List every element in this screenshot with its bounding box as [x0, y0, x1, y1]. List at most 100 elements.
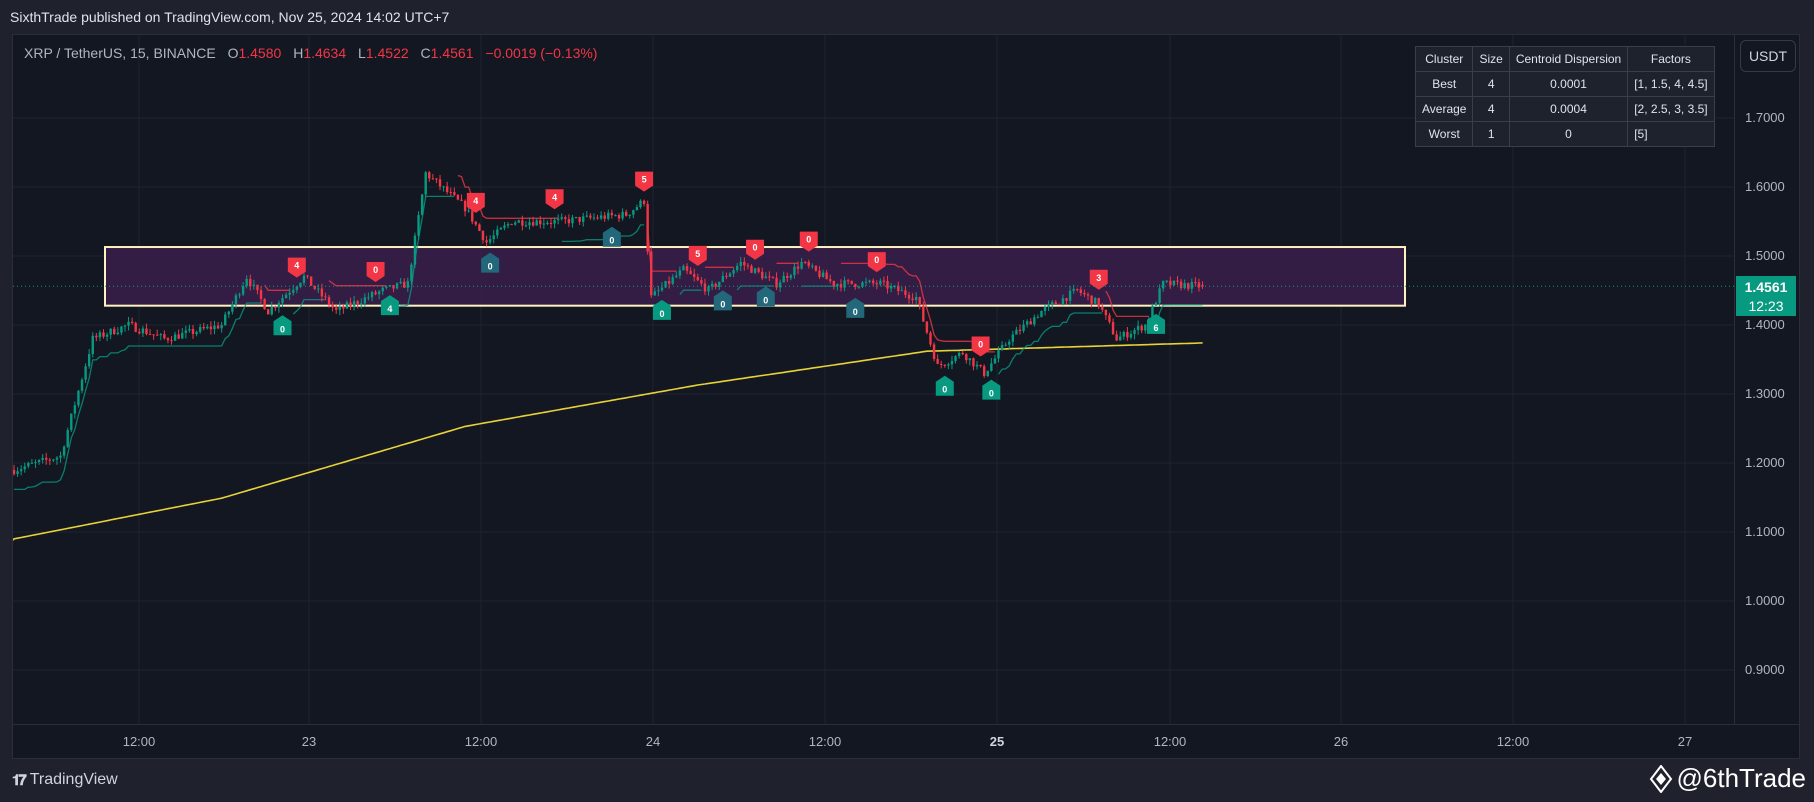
candle-body [732, 270, 735, 274]
candle-body [1101, 306, 1104, 310]
time-tick: 27 [1677, 734, 1693, 749]
candle-body [889, 285, 893, 289]
candle-body [338, 306, 341, 310]
author-handle: @6thTrade [1649, 763, 1806, 794]
candle-body [309, 276, 313, 286]
cell: Best [1414, 71, 1474, 97]
signal-label: 3 [1096, 273, 1101, 283]
candle-body [850, 280, 853, 284]
sell-signal-marker[interactable]: 0 [971, 336, 990, 357]
candle-body [1018, 329, 1022, 331]
header-dispersion: Centroid Dispersion [1508, 46, 1629, 72]
candle-body [345, 302, 349, 309]
candle-body [693, 274, 696, 277]
time-tick: 23 [301, 734, 317, 749]
candle-body [589, 215, 592, 218]
candle-body [585, 215, 588, 217]
candle-body [814, 265, 818, 271]
candle-body [113, 328, 116, 335]
candle-body [793, 266, 796, 276]
candle-body [778, 282, 782, 288]
buy-signal-marker[interactable]: 0 [935, 375, 954, 396]
candle-body [37, 459, 41, 463]
candle-body [528, 222, 531, 226]
price-tick: 1.1000 [1745, 524, 1785, 539]
candle-body [356, 301, 359, 305]
candle-body [95, 335, 98, 338]
candle-body [610, 212, 614, 216]
candle-body [746, 265, 750, 267]
candle-body [675, 275, 678, 278]
candle-body [678, 270, 682, 276]
candle-body [98, 332, 102, 338]
candle-body [560, 217, 563, 219]
signal-label: 0 [763, 295, 768, 305]
candle-body [940, 363, 943, 365]
symbol-name[interactable]: XRP / TetherUS, 15, BINANCE [24, 45, 216, 61]
candle-body [882, 280, 886, 282]
candle-body [821, 272, 825, 278]
candle-body [1176, 280, 1179, 282]
candle-body [1000, 345, 1004, 351]
candle-body [216, 325, 220, 329]
price-tick: 1.3000 [1745, 386, 1785, 401]
candle-body [342, 306, 345, 309]
candle-body [782, 275, 785, 283]
buy-signal-marker[interactable]: 0 [602, 226, 621, 247]
sell-signal-marker[interactable]: 4 [545, 189, 564, 210]
candlesticks [13, 171, 1204, 477]
candle-body [453, 192, 456, 195]
candle-body [632, 210, 635, 215]
candle-body [635, 207, 639, 211]
price-tick: 1.6000 [1745, 179, 1785, 194]
candle-body [80, 379, 84, 391]
candle-body [324, 296, 327, 298]
candle-body [703, 283, 707, 292]
candle-body [474, 221, 478, 225]
candle-body [642, 200, 646, 204]
header-factors: Factors [1627, 46, 1715, 72]
candle-body [231, 304, 234, 312]
candle-body [55, 457, 59, 460]
sell-signal-marker[interactable]: 4 [466, 192, 485, 213]
candle-body [1043, 306, 1047, 311]
candle-body [725, 275, 728, 277]
time-tick: 25 [989, 734, 1005, 749]
buy-signal-marker[interactable]: 0 [273, 315, 292, 336]
open-value: 1.4580 [238, 45, 282, 61]
tradingview-brand: TradingView [29, 771, 118, 788]
candle-body [1047, 304, 1050, 307]
candle-body [288, 292, 291, 295]
candle-body [381, 287, 384, 292]
candle-body [130, 321, 134, 324]
candle-body [879, 280, 882, 285]
candle-body [932, 344, 936, 359]
candle-body [986, 370, 989, 377]
candle-body [904, 290, 907, 295]
candle-body [961, 352, 964, 355]
candle-body [1079, 289, 1083, 294]
candle-body [1169, 280, 1172, 286]
candle-body [1061, 298, 1065, 305]
candle-body [1161, 280, 1165, 289]
candle-body [757, 268, 760, 272]
candle-body [1140, 325, 1143, 331]
candle-body [864, 281, 868, 283]
candle-body [335, 307, 338, 310]
candle-body [886, 281, 889, 289]
table-header-row: Cluster Size Centroid Dispersion Factors [1414, 46, 1715, 72]
sell-signal-marker[interactable]: 5 [635, 171, 654, 192]
candle-body [592, 217, 596, 219]
tradingview-logo[interactable]: 𝟏𝟕 TradingView [12, 771, 118, 789]
candle-body [535, 220, 538, 226]
symbol-legend: XRP / TetherUS, 15, BINANCE O1.4580 H1.4… [24, 45, 597, 61]
candle-body [241, 286, 245, 295]
candle-body [245, 278, 248, 287]
buy-signal-marker[interactable]: 6 [1147, 313, 1166, 334]
buy-signal-marker[interactable]: 0 [982, 379, 1001, 400]
time-tick: 12:00 [808, 734, 842, 749]
currency-button[interactable]: USDT [1740, 40, 1796, 72]
candle-body [721, 275, 725, 282]
candle-body [1158, 288, 1161, 303]
candle-body [1011, 334, 1015, 342]
